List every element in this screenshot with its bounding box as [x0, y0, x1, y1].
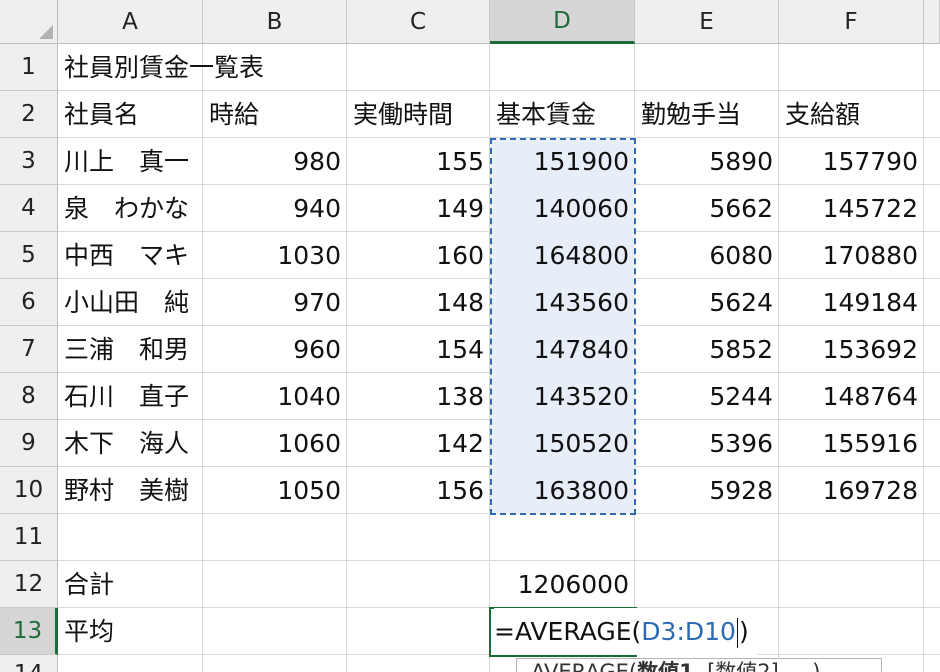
cell-total-pay[interactable]: 153692: [779, 326, 924, 373]
cell-employee-name[interactable]: 川上 真一: [58, 138, 203, 185]
tooltip-remaining-arguments: , [数値2], ...): [693, 660, 821, 672]
row-header-10[interactable]: 10: [0, 467, 58, 514]
cell-total-pay[interactable]: 155916: [779, 420, 924, 467]
sum-base-pay[interactable]: 1206000: [490, 561, 635, 608]
cell-employee-name[interactable]: 小山田 純: [58, 279, 203, 326]
cell-diligence-allowance[interactable]: 5624: [635, 279, 779, 326]
row-header-14[interactable]: 14: [0, 655, 58, 672]
cell-total-pay[interactable]: 169728: [779, 467, 924, 514]
row-header-1[interactable]: 1: [0, 44, 58, 91]
cell-diligence-allowance[interactable]: 5852: [635, 326, 779, 373]
row-header-2[interactable]: 2: [0, 91, 58, 138]
cell-working-hours[interactable]: 138: [347, 373, 490, 420]
formula-range-reference: D3:D10: [641, 617, 736, 646]
cell-working-hours[interactable]: 149: [347, 185, 490, 232]
cell-hourly-wage[interactable]: 1050: [203, 467, 347, 514]
cell-total-pay[interactable]: 145722: [779, 185, 924, 232]
tooltip-current-argument[interactable]: 数値1: [637, 660, 694, 672]
row-header-9[interactable]: 9: [0, 420, 58, 467]
cell-employee-name[interactable]: 泉 わかな: [58, 185, 203, 232]
row-header-7[interactable]: 7: [0, 326, 58, 373]
select-all-triangle-icon: [39, 25, 53, 39]
row-header-11[interactable]: 11: [0, 514, 58, 561]
cell-employee-name[interactable]: 野村 美樹: [58, 467, 203, 514]
row-header-5[interactable]: 5: [0, 232, 58, 279]
row-header-8[interactable]: 8: [0, 373, 58, 420]
header-total-pay[interactable]: 支給額: [779, 91, 924, 138]
header-employee-name[interactable]: 社員名: [58, 91, 203, 138]
text-caret: [736, 618, 738, 648]
sum-label[interactable]: 合計: [58, 561, 203, 608]
cell-working-hours[interactable]: 142: [347, 420, 490, 467]
header-diligence-allowance[interactable]: 勤勉手当: [635, 91, 779, 138]
column-header-a[interactable]: A: [58, 0, 203, 44]
formula-edit-text[interactable]: =AVERAGE(D3:D10): [494, 608, 757, 655]
cell-employee-name[interactable]: 石川 直子: [58, 373, 203, 420]
cell-total-pay[interactable]: 149184: [779, 279, 924, 326]
tooltip-function-name[interactable]: AVERAGE(: [531, 660, 637, 672]
cell-employee-name[interactable]: 中西 マキ: [58, 232, 203, 279]
cell-diligence-allowance[interactable]: 5396: [635, 420, 779, 467]
row-header-4[interactable]: 4: [0, 185, 58, 232]
cell-total-pay[interactable]: 170880: [779, 232, 924, 279]
select-all-corner[interactable]: [0, 0, 58, 44]
cell-diligence-allowance[interactable]: 6080: [635, 232, 779, 279]
function-argument-tooltip[interactable]: AVERAGE(数値1, [数値2], ...): [516, 658, 882, 672]
cell-hourly-wage[interactable]: 1060: [203, 420, 347, 467]
sheet-title[interactable]: 社員別賃金一覧表: [58, 44, 358, 91]
formula-prefix: =AVERAGE(: [494, 617, 642, 646]
cell-diligence-allowance[interactable]: 5928: [635, 467, 779, 514]
column-header-b[interactable]: B: [203, 0, 347, 44]
column-header-f[interactable]: F: [779, 0, 924, 44]
header-base-pay[interactable]: 基本賃金: [490, 91, 635, 138]
cell-working-hours[interactable]: 148: [347, 279, 490, 326]
referenced-range-border: [490, 138, 636, 515]
cell-hourly-wage[interactable]: 940: [203, 185, 347, 232]
row-header-12[interactable]: 12: [0, 561, 58, 608]
header-hourly-wage[interactable]: 時給: [203, 91, 347, 138]
cell-working-hours[interactable]: 155: [347, 138, 490, 185]
cell-hourly-wage[interactable]: 970: [203, 279, 347, 326]
cell-diligence-allowance[interactable]: 5244: [635, 373, 779, 420]
average-label[interactable]: 平均: [58, 608, 203, 655]
row-header-6[interactable]: 6: [0, 279, 58, 326]
cell-hourly-wage[interactable]: 1030: [203, 232, 347, 279]
cell-working-hours[interactable]: 156: [347, 467, 490, 514]
spreadsheet[interactable]: A B C D E F 1 2 3 4 5 6 7 8 9 10 11 12 1…: [0, 0, 940, 672]
cell-working-hours[interactable]: 154: [347, 326, 490, 373]
cell-total-pay[interactable]: 157790: [779, 138, 924, 185]
row-header-3[interactable]: 3: [0, 138, 58, 185]
cell-employee-name[interactable]: 木下 海人: [58, 420, 203, 467]
cell-diligence-allowance[interactable]: 5662: [635, 185, 779, 232]
cell-hourly-wage[interactable]: 980: [203, 138, 347, 185]
header-working-hours[interactable]: 実働時間: [347, 91, 490, 138]
cell-diligence-allowance[interactable]: 5890: [635, 138, 779, 185]
cell-hourly-wage[interactable]: 960: [203, 326, 347, 373]
cell-total-pay[interactable]: 148764: [779, 373, 924, 420]
column-header-d[interactable]: D: [490, 0, 635, 44]
cell-hourly-wage[interactable]: 1040: [203, 373, 347, 420]
formula-suffix: ): [738, 617, 749, 646]
column-header-e[interactable]: E: [635, 0, 779, 44]
cell-working-hours[interactable]: 160: [347, 232, 490, 279]
row-header-13[interactable]: 13: [0, 608, 58, 655]
cell-employee-name[interactable]: 三浦 和男: [58, 326, 203, 373]
column-header-c[interactable]: C: [347, 0, 490, 44]
column-header-g[interactable]: [924, 0, 940, 44]
